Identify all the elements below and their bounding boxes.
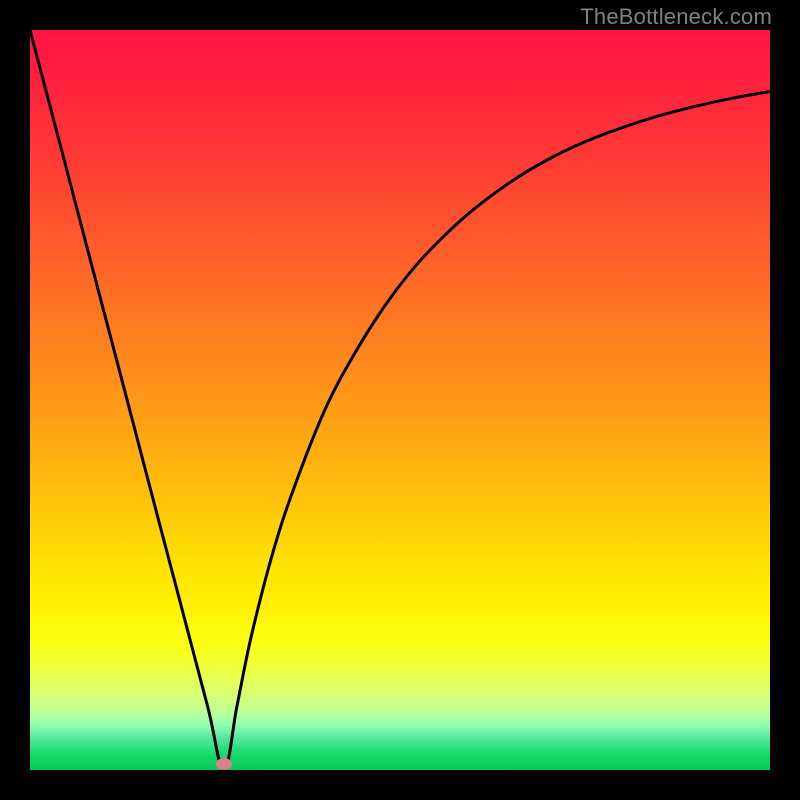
bottleneck-curve: [30, 30, 770, 770]
watermark-label: TheBottleneck.com: [580, 4, 772, 30]
chart-frame: TheBottleneck.com: [0, 0, 800, 800]
plot-area: [30, 30, 770, 770]
minimum-marker: [216, 758, 232, 770]
